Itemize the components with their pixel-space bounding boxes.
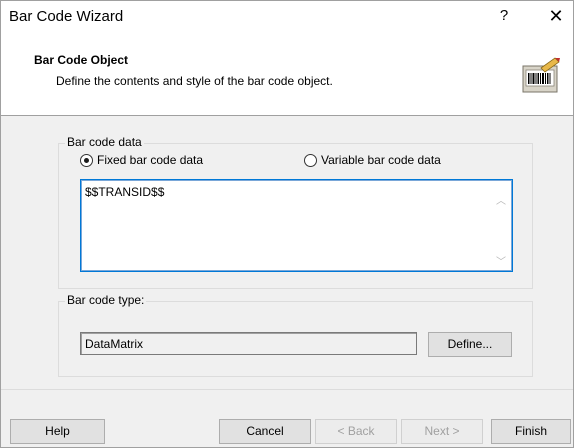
help-icon[interactable]: ? [493, 5, 515, 27]
bar-code-type-value: DataMatrix [85, 337, 144, 351]
barcode-printer-icon [522, 57, 560, 93]
page-description: Define the contents and style of the bar… [56, 74, 333, 88]
bar-code-type-field: DataMatrix [80, 332, 417, 355]
next-button[interactable]: Next > [401, 419, 483, 444]
finish-button[interactable]: Finish [491, 419, 571, 444]
variable-bar-code-data-label: Variable bar code data [321, 153, 441, 167]
wizard-header: Bar Code Object Define the contents and … [1, 32, 573, 116]
define-button[interactable]: Define... [428, 332, 512, 357]
scroll-down-icon[interactable]: ﹀ [496, 253, 506, 268]
back-button[interactable]: < Back [315, 419, 397, 444]
fixed-bar-code-data-label: Fixed bar code data [97, 153, 204, 167]
footer-divider [1, 389, 573, 390]
radio-unchecked-icon [304, 153, 317, 167]
scroll-up-icon[interactable]: ︿ [496, 192, 506, 207]
fixed-bar-code-data-radio[interactable]: Fixed bar code data [80, 153, 203, 167]
bar-code-type-group-label: Bar code type: [65, 293, 147, 307]
close-icon[interactable]: ✕ [541, 3, 571, 29]
help-button[interactable]: Help [10, 419, 105, 444]
page-title: Bar Code Object [34, 53, 129, 67]
bar-code-data-textarea[interactable]: $$TRANSID$$ ︿ ﹀ [80, 179, 513, 272]
radio-checked-icon [80, 153, 93, 167]
bar-code-wizard-dialog: Bar Code Wizard ? ✕ Bar Code Object Defi… [0, 0, 574, 448]
window-title: Bar Code Wizard [9, 8, 124, 25]
variable-bar-code-data-radio[interactable]: Variable bar code data [304, 153, 441, 167]
title-bar: Bar Code Wizard ? ✕ [1, 1, 573, 32]
cancel-button[interactable]: Cancel [219, 419, 311, 444]
bar-code-data-value: $$TRANSID$$ [85, 185, 165, 199]
bar-code-data-group-label: Bar code data [65, 135, 144, 149]
